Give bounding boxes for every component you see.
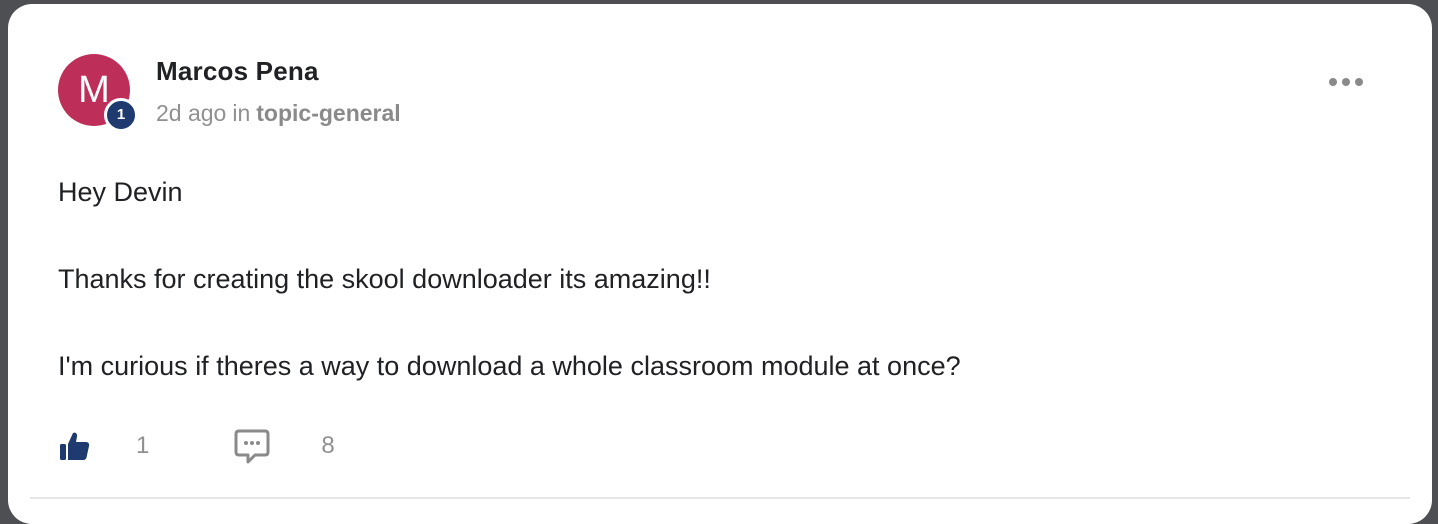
post-body: Hey Devin Thanks for creating the skool … xyxy=(58,174,1358,435)
more-horizontal-icon xyxy=(1329,78,1337,86)
comment-count: 8 xyxy=(321,432,335,459)
author-avatar[interactable]: M 1 xyxy=(58,54,138,132)
author-name[interactable]: Marcos Pena xyxy=(156,56,319,87)
post-card: M 1 Marcos Pena 2d ago in topic-general He… xyxy=(8,4,1432,524)
post-time: 2d ago xyxy=(156,100,227,126)
more-horizontal-icon-dot xyxy=(1342,78,1350,86)
thumbs-up-icon xyxy=(60,432,90,460)
meta-in-label: in xyxy=(232,100,251,126)
like-count: 1 xyxy=(136,432,150,459)
more-options-button[interactable] xyxy=(1320,66,1372,98)
topic-link[interactable]: topic-general xyxy=(256,100,400,126)
post-meta: 2d ago in topic-general xyxy=(156,100,401,127)
more-horizontal-icon-dot xyxy=(1355,78,1363,86)
like-button[interactable]: 1 xyxy=(58,429,149,463)
post-paragraph: Thanks for creating the skool downloader… xyxy=(58,264,711,294)
comment-button[interactable]: 8 xyxy=(233,427,335,465)
divider xyxy=(30,497,1410,499)
comment-icon xyxy=(234,429,270,464)
post-actions: 1 8 xyxy=(58,422,335,470)
level-badge: 1 xyxy=(104,98,138,132)
post-paragraph: Hey Devin xyxy=(58,177,183,207)
post-paragraph: I'm curious if theres a way to download … xyxy=(58,351,961,381)
